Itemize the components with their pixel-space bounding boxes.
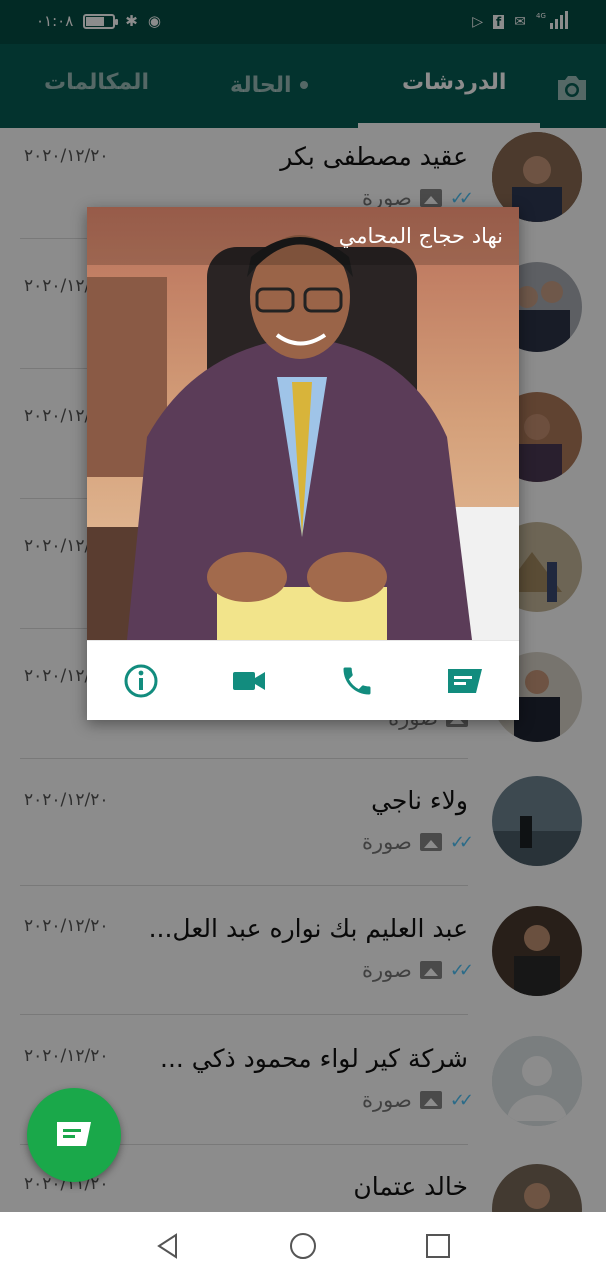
home-button[interactable] — [283, 1226, 323, 1266]
call-icon — [343, 667, 371, 694]
new-chat-button[interactable] — [27, 1088, 121, 1182]
message-icon — [448, 668, 482, 693]
message-button[interactable] — [443, 659, 487, 703]
call-button[interactable] — [335, 659, 379, 703]
back-button[interactable] — [148, 1226, 188, 1266]
video-call-icon — [233, 671, 265, 690]
popup-contact-name: نهاد حجاج المحامي — [87, 207, 519, 265]
video-call-button[interactable] — [227, 659, 271, 703]
recents-button[interactable] — [418, 1226, 458, 1266]
info-icon — [124, 664, 158, 697]
back-icon — [156, 1233, 177, 1259]
new-chat-icon — [57, 1122, 91, 1146]
system-nav-bar — [0, 1212, 606, 1280]
recents-icon — [426, 1234, 451, 1258]
popup-actions — [87, 640, 519, 720]
info-button[interactable] — [119, 659, 163, 703]
profile-popup: نهاد حجاج المحامي — [87, 207, 519, 720]
profile-photo[interactable]: نهاد حجاج المحامي — [87, 207, 519, 640]
home-icon — [289, 1233, 316, 1259]
